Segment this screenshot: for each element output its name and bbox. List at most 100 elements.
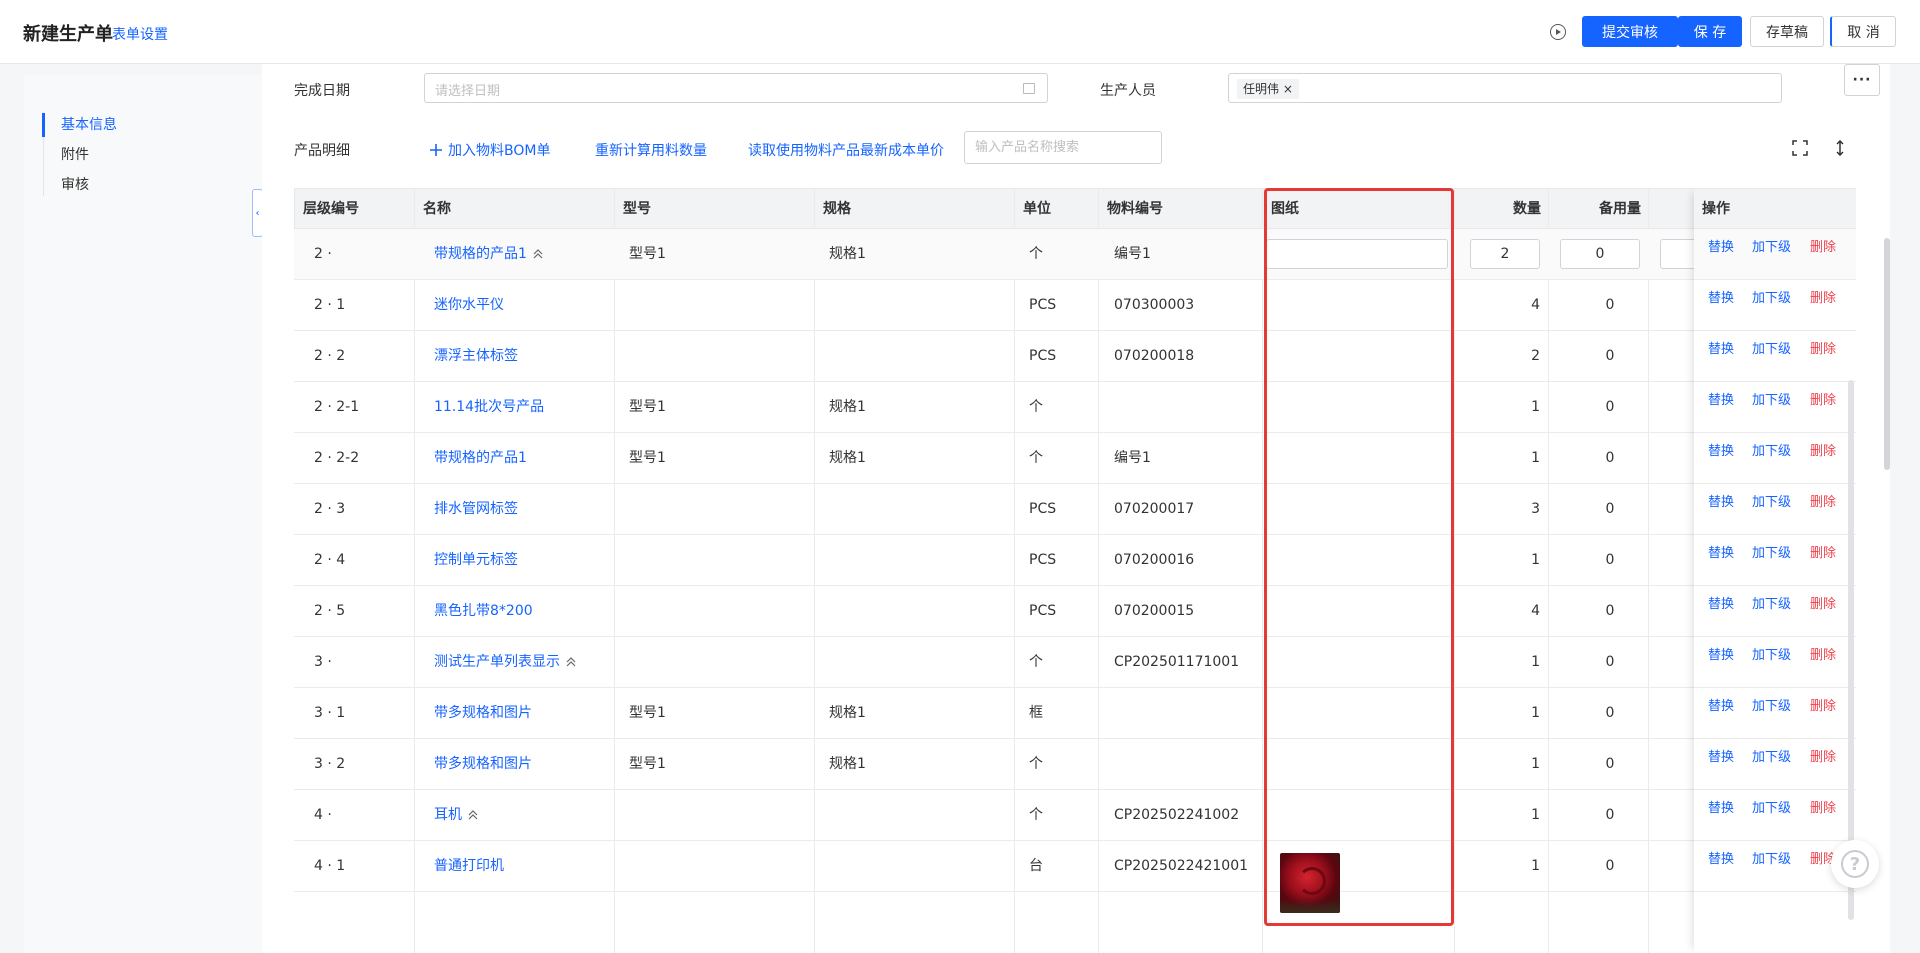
- add-child-button[interactable]: 加下级: [1752, 835, 1791, 885]
- table-scrollbar[interactable]: [1848, 380, 1854, 920]
- product-search[interactable]: [964, 131, 1162, 164]
- producer-select[interactable]: 任明伟 ×: [1228, 73, 1782, 103]
- delete-button[interactable]: 删除: [1810, 223, 1836, 273]
- add-bom-button[interactable]: 加入物料BOM单: [430, 140, 550, 160]
- replace-button[interactable]: 替换: [1708, 427, 1734, 477]
- delete-button[interactable]: 删除: [1810, 427, 1836, 477]
- cell-name[interactable]: 耳机: [434, 790, 612, 840]
- nav-item-review[interactable]: 审核: [44, 170, 244, 200]
- replace-button[interactable]: 替换: [1708, 580, 1734, 630]
- cancel-button[interactable]: 取 消: [1830, 16, 1896, 47]
- spare-input[interactable]: 0: [1560, 239, 1640, 269]
- replace-button[interactable]: 替换: [1708, 223, 1734, 273]
- add-child-button[interactable]: 加下级: [1752, 682, 1791, 732]
- page-scrollbar[interactable]: [1884, 160, 1892, 700]
- cell-name[interactable]: 控制单元标签: [434, 535, 612, 585]
- add-child-button[interactable]: 加下级: [1752, 733, 1791, 783]
- add-child-button[interactable]: 加下级: [1752, 325, 1791, 375]
- more-button[interactable]: ···: [1844, 64, 1880, 96]
- drawing-thumbnail[interactable]: [1280, 853, 1340, 913]
- product-name-link[interactable]: 黑色扎带8*200: [434, 603, 533, 619]
- drawing-input[interactable]: [1266, 239, 1448, 269]
- replace-button[interactable]: 替换: [1708, 733, 1734, 783]
- cell-name[interactable]: 迷你水平仪: [434, 280, 612, 330]
- read-cost-button[interactable]: 读取使用物料产品最新成本单价: [748, 140, 944, 160]
- replace-button[interactable]: 替换: [1708, 376, 1734, 426]
- delete-button[interactable]: 删除: [1810, 325, 1836, 375]
- cell-name[interactable]: 带多规格和图片: [434, 739, 612, 789]
- cell-spec: [829, 331, 1009, 381]
- cell-name[interactable]: 带规格的产品1: [434, 433, 612, 483]
- nav-item-attachments[interactable]: 附件: [44, 140, 244, 170]
- submit-review-button[interactable]: 提交审核: [1582, 16, 1678, 47]
- completion-date-input[interactable]: 请选择日期: [424, 73, 1048, 103]
- cell-name[interactable]: 带规格的产品1: [434, 229, 612, 279]
- product-name-link[interactable]: 11.14批次号产品: [434, 399, 544, 415]
- nav-item-basic-info[interactable]: 基本信息: [44, 110, 244, 140]
- form-settings-link[interactable]: 表单设置: [112, 24, 168, 44]
- cell-name[interactable]: 测试生产单列表显示: [434, 637, 612, 687]
- cell-qty: 3: [1531, 501, 1540, 517]
- add-child-button[interactable]: 加下级: [1752, 784, 1791, 834]
- save-button[interactable]: 保 存: [1678, 16, 1742, 47]
- fullscreen-icon[interactable]: [1792, 140, 1808, 156]
- save-draft-button[interactable]: 存草稿: [1750, 16, 1824, 47]
- chevron-up-icon[interactable]: [566, 657, 576, 667]
- add-child-button[interactable]: 加下级: [1752, 223, 1791, 273]
- add-child-button[interactable]: 加下级: [1752, 529, 1791, 579]
- product-name-link[interactable]: 耳机: [434, 807, 462, 823]
- delete-button[interactable]: 删除: [1810, 478, 1836, 528]
- add-child-button[interactable]: 加下级: [1752, 427, 1791, 477]
- cell-name[interactable]: 11.14批次号产品: [434, 382, 612, 432]
- add-child-button[interactable]: 加下级: [1752, 274, 1791, 324]
- delete-button[interactable]: 删除: [1810, 580, 1836, 630]
- cell-spec: [829, 637, 1009, 687]
- cell-name[interactable]: 黑色扎带8*200: [434, 586, 612, 636]
- delete-button[interactable]: 删除: [1810, 631, 1836, 681]
- delete-button[interactable]: 删除: [1810, 529, 1836, 579]
- product-name-link[interactable]: 漂浮主体标签: [434, 348, 518, 364]
- replace-button[interactable]: 替换: [1708, 835, 1734, 885]
- delete-button[interactable]: 删除: [1810, 274, 1836, 324]
- add-child-button[interactable]: 加下级: [1752, 478, 1791, 528]
- replace-button[interactable]: 替换: [1708, 274, 1734, 324]
- product-name-link[interactable]: 带多规格和图片: [434, 705, 532, 721]
- add-child-button[interactable]: 加下级: [1752, 376, 1791, 426]
- cell-name[interactable]: 普通打印机: [434, 841, 612, 891]
- replace-button[interactable]: 替换: [1708, 784, 1734, 834]
- replace-button[interactable]: 替换: [1708, 478, 1734, 528]
- chevron-up-icon[interactable]: [468, 810, 478, 820]
- col-qty: 数量: [1513, 201, 1541, 217]
- column-height-icon[interactable]: [1832, 140, 1848, 156]
- replace-button[interactable]: 替换: [1708, 325, 1734, 375]
- page-scrollbar-thumb[interactable]: [1884, 238, 1890, 470]
- product-name-link[interactable]: 普通打印机: [434, 858, 504, 874]
- replace-button[interactable]: 替换: [1708, 631, 1734, 681]
- product-name-link[interactable]: 排水管网标签: [434, 501, 518, 517]
- chevron-up-icon[interactable]: [533, 249, 543, 259]
- product-name-link[interactable]: 控制单元标签: [434, 552, 518, 568]
- delete-button[interactable]: 删除: [1810, 376, 1836, 426]
- help-button[interactable]: ?: [1831, 840, 1879, 888]
- producer-tag[interactable]: 任明伟 ×: [1237, 79, 1299, 99]
- product-name-link[interactable]: 带规格的产品1: [434, 246, 527, 262]
- replace-button[interactable]: 替换: [1708, 682, 1734, 732]
- play-circle-icon[interactable]: [1550, 24, 1566, 40]
- add-child-button[interactable]: 加下级: [1752, 631, 1791, 681]
- delete-button[interactable]: 删除: [1810, 733, 1836, 783]
- qty-input[interactable]: 2: [1470, 239, 1540, 269]
- cell-name[interactable]: 带多规格和图片: [434, 688, 612, 738]
- cell-name[interactable]: 排水管网标签: [434, 484, 612, 534]
- product-name-link[interactable]: 带规格的产品1: [434, 450, 527, 466]
- replace-button[interactable]: 替换: [1708, 529, 1734, 579]
- product-search-input[interactable]: [965, 132, 1161, 163]
- delete-button[interactable]: 删除: [1810, 682, 1836, 732]
- add-child-button[interactable]: 加下级: [1752, 580, 1791, 630]
- product-name-link[interactable]: 测试生产单列表显示: [434, 654, 560, 670]
- close-icon[interactable]: ×: [1283, 82, 1293, 96]
- recalculate-button[interactable]: 重新计算用料数量: [595, 140, 707, 160]
- delete-button[interactable]: 删除: [1810, 784, 1836, 834]
- product-name-link[interactable]: 带多规格和图片: [434, 756, 532, 772]
- cell-name[interactable]: 漂浮主体标签: [434, 331, 612, 381]
- product-name-link[interactable]: 迷你水平仪: [434, 297, 504, 313]
